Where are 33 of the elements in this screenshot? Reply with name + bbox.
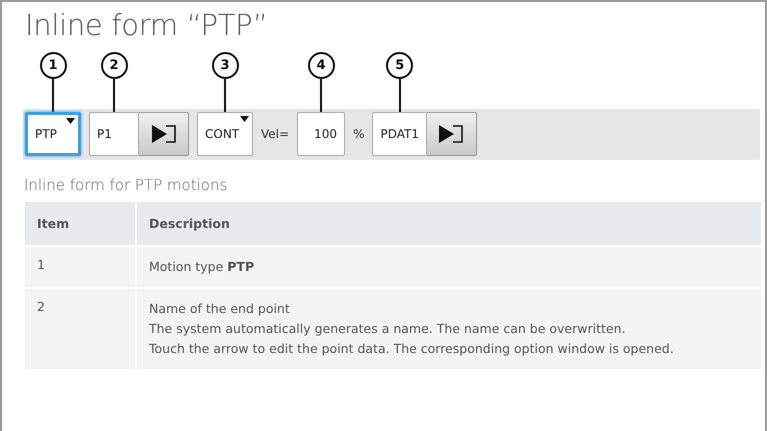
description-text: Motion type PTP	[149, 258, 256, 276]
caret-icon	[66, 118, 75, 124]
input-field[interactable]: P1	[89, 112, 139, 156]
callout-line	[398, 79, 401, 112]
column-header: Item	[24, 201, 136, 246]
callout-number: 1	[40, 52, 66, 79]
callout-line	[113, 79, 115, 112]
table-cell: 1	[24, 246, 136, 288]
arrow-button[interactable]	[426, 112, 477, 156]
field-label: %	[353, 126, 364, 143]
field-label: Vel=	[261, 126, 290, 143]
dropdown[interactable]: PTP	[25, 112, 81, 156]
description-text: The system automatically generates a name. The name can be overwritten.	[149, 320, 626, 338]
callout-number: 5	[386, 52, 414, 79]
page-title: Inline form “PTP”	[25, 8, 269, 42]
callout-number: 3	[212, 52, 238, 79]
table-cell: 2	[24, 288, 136, 370]
callout-line	[320, 79, 322, 112]
input-field[interactable]: 100	[297, 112, 346, 156]
play-bracket-icon	[150, 124, 178, 144]
play-bracket-icon	[437, 124, 466, 144]
callout-number: 4	[308, 52, 335, 79]
callout-line	[52, 79, 54, 112]
description-text: Name of the end point	[149, 300, 291, 318]
callout-line	[224, 79, 226, 112]
caret-icon	[240, 116, 249, 122]
table-caption: Inline form for PTP motions	[24, 176, 228, 194]
column-header: Description	[136, 201, 762, 246]
arrow-button[interactable]	[139, 112, 189, 156]
callout-number: 2	[100, 52, 128, 79]
dropdown[interactable]: CONT	[197, 112, 253, 156]
input-field[interactable]: PDAT1	[372, 112, 427, 156]
description-text: Touch the arrow to edit the point data. The corresponding option window is opened.	[149, 340, 675, 358]
